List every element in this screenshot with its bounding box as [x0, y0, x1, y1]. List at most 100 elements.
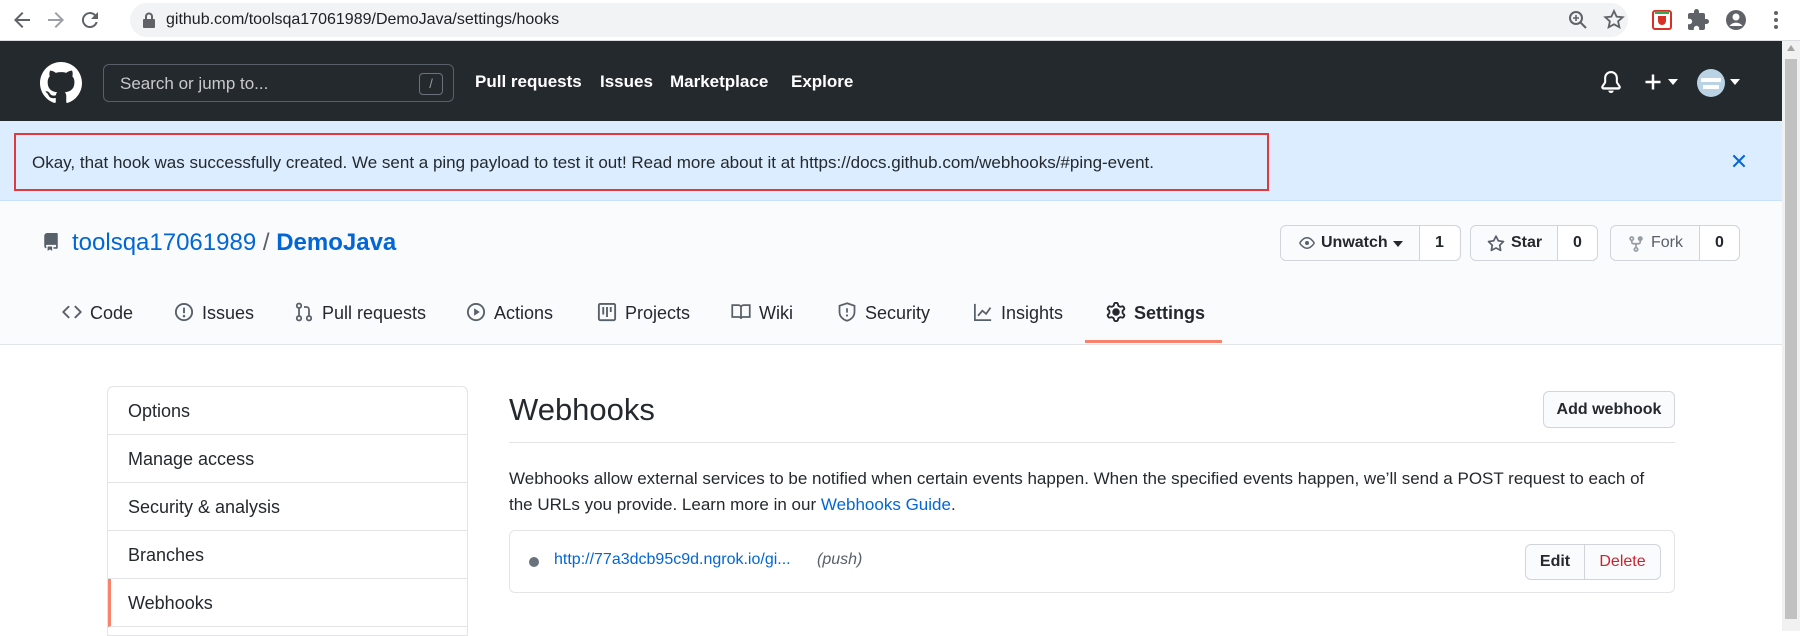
back-icon[interactable] [10, 8, 34, 32]
bell-icon[interactable] [1600, 70, 1622, 94]
flash-message: Okay, that hook was successfully created… [32, 153, 1154, 172]
fork-button-group: Fork 0 [1610, 225, 1740, 261]
webhooks-guide-link[interactable]: Webhooks Guide [821, 495, 951, 514]
tab-projects[interactable]: Projects [597, 302, 690, 346]
star-outline-icon [1487, 235, 1505, 252]
tab-label: Security [865, 303, 931, 323]
plus-icon[interactable] [1643, 72, 1663, 92]
unwatch-button[interactable]: Unwatch [1321, 226, 1388, 260]
github-header: Search or jump to... / Pull requests Iss… [0, 41, 1782, 121]
webhooks-description: Webhooks allow external services to be n… [509, 466, 1669, 518]
pull-request-icon [295, 302, 313, 322]
avatar-dropdown-caret-icon[interactable] [1730, 79, 1740, 86]
fork-count[interactable]: 0 [1699, 226, 1739, 260]
tab-security[interactable]: Security [837, 302, 930, 346]
repo-owner-link[interactable]: toolsqa17061989 [72, 229, 256, 256]
tab-issues[interactable]: Issues [174, 302, 254, 346]
code-icon [62, 305, 82, 319]
sidebar-item-branches[interactable]: Branches [108, 531, 467, 579]
sidebar-item-options[interactable]: Options [108, 387, 467, 435]
github-logo-icon[interactable] [40, 62, 82, 104]
page-scrollbar[interactable] [1782, 41, 1800, 631]
scrollbar-thumb[interactable] [1785, 59, 1797, 619]
scroll-up-arrow-icon[interactable] [1787, 45, 1795, 51]
play-icon [466, 302, 486, 322]
tab-label: Insights [1001, 303, 1064, 323]
nav-pull-requests[interactable]: Pull requests [475, 72, 582, 92]
nav-marketplace[interactable]: Marketplace [670, 72, 768, 92]
fork-button[interactable]: Fork [1651, 226, 1683, 260]
tab-label: Issues [202, 303, 255, 323]
tab-label: Code [90, 303, 134, 323]
avatar[interactable] [1697, 69, 1725, 97]
settings-sidebar: Options Manage access Security & analysi… [107, 386, 468, 636]
tab-label: Wiki [759, 303, 793, 323]
repo-name-link[interactable]: DemoJava [276, 229, 396, 256]
repo-title: toolsqa17061989 / DemoJava [72, 229, 396, 257]
kebab-menu-icon[interactable] [1764, 8, 1788, 32]
shield-icon [838, 302, 856, 322]
repo-header: toolsqa17061989 / DemoJava Unwatch 1 Sta… [0, 201, 1782, 345]
sidebar-item-security-analysis[interactable]: Security & analysis [108, 483, 467, 531]
star-icon[interactable] [1602, 8, 1626, 32]
star-count[interactable]: 0 [1557, 226, 1597, 260]
tab-pull-requests[interactable]: Pull requests [294, 302, 426, 346]
browser-toolbar: github.com/toolsqa17061989/DemoJava/sett… [0, 0, 1800, 41]
extension-pdf-icon[interactable] [1650, 8, 1674, 32]
repo-separator: / [262, 229, 270, 256]
eye-icon [1299, 237, 1315, 249]
title-divider [509, 442, 1675, 443]
star-button-group: Star 0 [1470, 225, 1598, 261]
search-placeholder: Search or jump to... [120, 74, 269, 93]
profile-icon[interactable] [1724, 8, 1748, 32]
star-button[interactable]: Star [1511, 226, 1542, 260]
delete-button[interactable]: Delete [1584, 544, 1661, 580]
forward-icon[interactable] [44, 8, 68, 32]
project-icon [597, 302, 617, 322]
search-input[interactable]: Search or jump to... / [103, 64, 454, 102]
sidebar-item-webhooks[interactable]: Webhooks [108, 579, 467, 627]
highlight-box: Okay, that hook was successfully created… [14, 133, 1269, 191]
tab-label: Pull requests [322, 303, 427, 323]
tab-label: Actions [494, 303, 554, 323]
watch-count-group: 1 [1419, 225, 1461, 261]
hook-status-dot [529, 557, 539, 567]
close-icon[interactable] [1730, 152, 1748, 170]
gear-icon [1106, 302, 1126, 322]
tab-insights[interactable]: Insights [973, 302, 1063, 346]
sidebar-item-manage-access[interactable]: Manage access [108, 435, 467, 483]
plus-dropdown-caret-icon[interactable] [1668, 79, 1678, 86]
url-text: github.com/toolsqa17061989/DemoJava/sett… [166, 11, 560, 28]
hook-events: (push) [817, 551, 863, 568]
issue-icon [174, 302, 194, 322]
tab-wiki[interactable]: Wiki [731, 302, 793, 346]
nav-explore[interactable]: Explore [791, 72, 853, 92]
add-webhook-button[interactable]: Add webhook [1543, 391, 1675, 428]
tab-label: Settings [1134, 303, 1206, 323]
chevron-down-icon[interactable] [1393, 241, 1403, 248]
flash-notice: Okay, that hook was successfully created… [0, 121, 1782, 201]
page-title: Webhooks [509, 392, 655, 427]
fork-icon [1629, 236, 1643, 252]
address-bar[interactable]: github.com/toolsqa17061989/DemoJava/sett… [130, 3, 1628, 37]
watch-count[interactable]: 1 [1419, 226, 1459, 260]
edit-button[interactable]: Edit [1525, 544, 1585, 580]
selected-tab-indicator [1085, 340, 1222, 343]
graph-icon [974, 303, 992, 321]
hook-url-link[interactable]: http://77a3dcb95c9d.ngrok.io/gi... [554, 551, 791, 569]
tab-label: Projects [625, 303, 691, 323]
description-period: . [950, 495, 956, 514]
webhook-list-item: http://77a3dcb95c9d.ngrok.io/gi... (push… [509, 530, 1675, 593]
repo-icon [44, 233, 58, 251]
search-shortcut-hint: / [419, 73, 443, 95]
tab-actions[interactable]: Actions [466, 302, 553, 346]
watch-button-group: Unwatch [1280, 225, 1440, 261]
zoom-icon[interactable] [1566, 8, 1590, 32]
puzzle-icon[interactable] [1686, 8, 1710, 32]
description-text: Webhooks allow external services to be n… [509, 469, 1645, 514]
book-icon [731, 304, 751, 320]
nav-issues[interactable]: Issues [600, 72, 653, 92]
reload-icon[interactable] [78, 8, 102, 32]
tab-code[interactable]: Code [62, 302, 133, 346]
lock-icon [143, 12, 155, 28]
